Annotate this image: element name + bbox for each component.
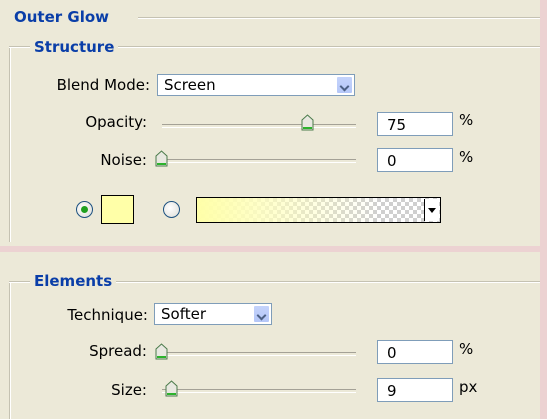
spread-unit: % bbox=[459, 340, 474, 358]
size-unit: px bbox=[459, 378, 478, 396]
radio-selected-dot bbox=[81, 206, 88, 213]
opacity-slider-thumb[interactable] bbox=[301, 114, 314, 131]
spread-value: 0 bbox=[387, 344, 397, 362]
structure-title: Structure bbox=[30, 38, 119, 56]
noise-input[interactable]: 0 bbox=[377, 148, 453, 172]
size-label: Size: bbox=[111, 381, 147, 399]
size-slider-track[interactable] bbox=[162, 389, 356, 393]
triangle-down-icon[interactable] bbox=[424, 199, 439, 221]
blend-mode-label: Blend Mode: bbox=[56, 76, 150, 94]
spread-input[interactable]: 0 bbox=[377, 340, 453, 364]
chevron-down-icon[interactable] bbox=[253, 305, 270, 323]
elements-title: Elements bbox=[30, 272, 117, 290]
outer-glow-panel: Outer Glow Structure Blend Mode: Screen … bbox=[0, 0, 540, 419]
opacity-slider-track[interactable] bbox=[162, 124, 356, 128]
elements-group-left-border bbox=[9, 282, 11, 419]
chevron-down-icon[interactable] bbox=[336, 76, 353, 94]
solid-color-radio[interactable] bbox=[76, 201, 93, 218]
size-value: 9 bbox=[387, 382, 397, 400]
technique-select[interactable]: Softer bbox=[154, 303, 272, 325]
blend-mode-select[interactable]: Screen bbox=[157, 74, 355, 96]
blend-mode-value: Screen bbox=[164, 76, 216, 94]
glow-color-swatch[interactable] bbox=[101, 195, 134, 224]
opacity-unit: % bbox=[459, 111, 474, 129]
size-slider-thumb[interactable] bbox=[165, 380, 178, 397]
opacity-input[interactable]: 75 bbox=[377, 112, 453, 136]
noise-unit: % bbox=[459, 148, 474, 166]
noise-label: Noise: bbox=[100, 151, 147, 169]
size-input[interactable]: 9 bbox=[377, 378, 453, 402]
noise-slider-thumb[interactable] bbox=[155, 150, 168, 167]
noise-slider-track[interactable] bbox=[162, 159, 356, 163]
gradient-radio[interactable] bbox=[163, 201, 180, 218]
right-edge-strip bbox=[540, 0, 547, 419]
technique-value: Softer bbox=[161, 305, 206, 323]
spread-label: Spread: bbox=[89, 342, 147, 360]
section-separator-band bbox=[0, 246, 540, 252]
gradient-picker[interactable] bbox=[196, 197, 441, 223]
technique-label: Technique: bbox=[67, 306, 148, 324]
outer-glow-title: Outer Glow bbox=[10, 8, 114, 26]
structure-group-left-border bbox=[9, 47, 11, 242]
opacity-label: Opacity: bbox=[85, 113, 147, 131]
spread-slider-track[interactable] bbox=[162, 352, 356, 356]
opacity-value: 75 bbox=[387, 116, 407, 134]
outer-glow-divider bbox=[138, 17, 540, 19]
noise-value: 0 bbox=[387, 152, 397, 170]
spread-slider-thumb[interactable] bbox=[155, 343, 168, 360]
